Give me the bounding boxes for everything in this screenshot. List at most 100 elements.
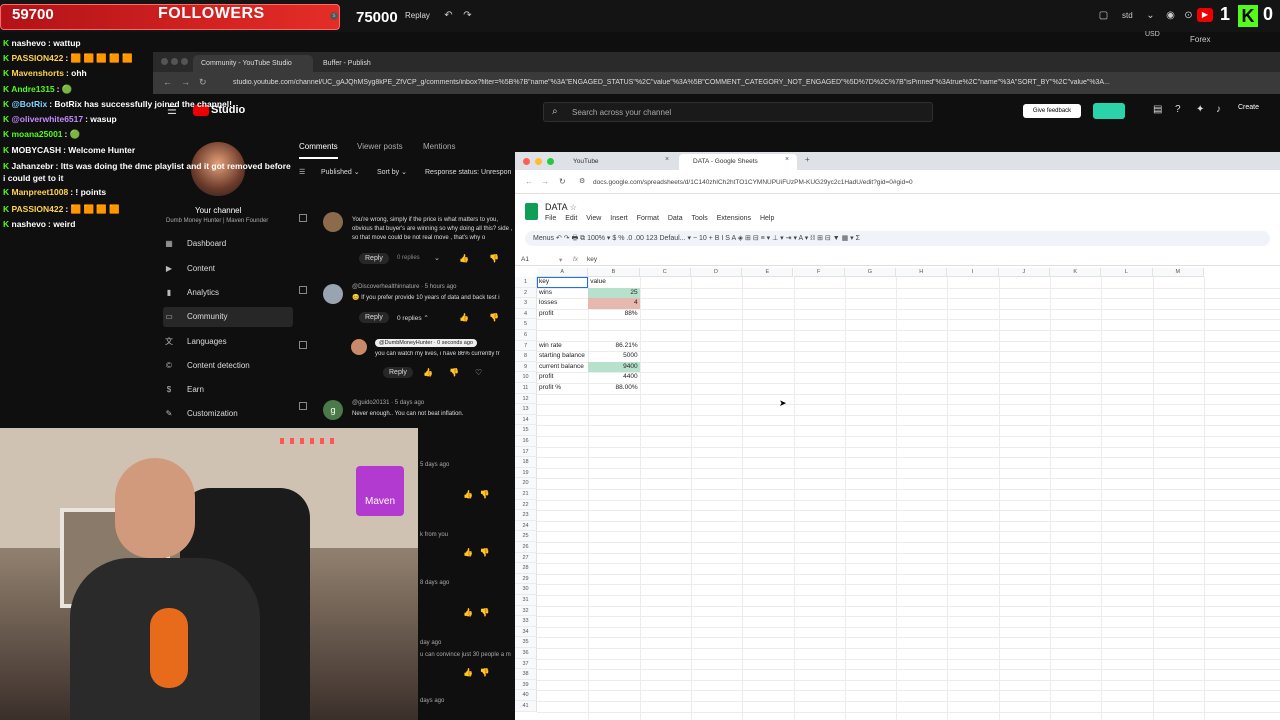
row-header[interactable]: 9 xyxy=(515,361,537,373)
spreadsheet-grid[interactable]: A B C D E F G H I J K L M 1 2 3 4 5 6 7 8 9 10 11 12 13 14 15 16 17 18… xyxy=(515,268,1280,720)
cell-value[interactable]: 88% xyxy=(588,309,639,320)
chat-username[interactable]: moana25001 xyxy=(12,129,63,139)
menu-format[interactable]: Format xyxy=(637,215,659,222)
reload-icon[interactable]: ↻ xyxy=(559,177,566,186)
nav-customization[interactable]: ✎ Customization xyxy=(163,404,293,424)
name-box-dropdown-icon[interactable]: ▾ xyxy=(559,256,562,264)
cell-value[interactable]: 88.00% xyxy=(588,383,639,394)
sparkle-icon[interactable]: ✦ xyxy=(1196,104,1204,115)
cell-value[interactable]: 9400 xyxy=(588,361,640,373)
tab-youtube[interactable]: YouTube xyxy=(559,154,677,170)
cell-key[interactable]: profit xyxy=(537,372,588,383)
nav-community[interactable]: ▭ Community xyxy=(163,307,293,327)
reply-button[interactable]: Reply xyxy=(359,312,389,323)
chat-username[interactable]: Andre1315 xyxy=(11,84,54,94)
row-header[interactable]: 41 xyxy=(515,701,537,712)
column-header[interactable]: E xyxy=(742,268,794,277)
filter-sort-by[interactable]: Sort by ⌄ xyxy=(377,166,407,180)
tab-mentions[interactable]: Mentions xyxy=(423,142,455,151)
chevron-down-icon[interactable]: ⌄ xyxy=(1145,10,1156,21)
menu-insert[interactable]: Insert xyxy=(610,215,628,222)
row-header[interactable]: 19 xyxy=(515,467,537,479)
row-header[interactable]: 36 xyxy=(515,648,537,659)
chat-username[interactable]: PASSION422 xyxy=(12,204,64,214)
row-header[interactable]: 5 xyxy=(515,319,537,330)
row-header[interactable]: 31 xyxy=(515,595,537,606)
row-header[interactable]: 28 xyxy=(515,563,537,574)
like-icon[interactable]: 👍 xyxy=(423,368,433,377)
cell-value[interactable]: 25 xyxy=(588,287,640,299)
menu-view[interactable]: View xyxy=(586,215,601,222)
row-header[interactable]: 22 xyxy=(515,499,537,511)
address-bar[interactable]: ← → ↻ ⚙ docs.google.com/spreadsheets/d/1… xyxy=(515,170,1280,194)
window-minimize-icon[interactable] xyxy=(535,158,542,165)
formula-input[interactable]: key xyxy=(587,256,597,263)
menu-tools[interactable]: Tools xyxy=(691,215,707,222)
column-header[interactable]: L xyxy=(1101,268,1153,277)
nav-dashboard[interactable]: ▦ Dashboard xyxy=(163,234,293,254)
menu-help[interactable]: Help xyxy=(760,215,774,222)
cell-value[interactable]: 86.21% xyxy=(588,341,639,352)
column-header[interactable]: I xyxy=(947,268,999,277)
cell-key[interactable]: current balance xyxy=(537,362,588,373)
help-icon[interactable]: ? xyxy=(1175,104,1181,115)
menu-extensions[interactable]: Extensions xyxy=(717,215,751,222)
column-header[interactable]: F xyxy=(793,268,845,277)
comment-checkbox[interactable] xyxy=(299,402,307,410)
bell-icon[interactable]: ♪ xyxy=(1216,104,1221,115)
chat-username[interactable]: Mavenshorts xyxy=(12,68,64,78)
cell-value[interactable]: 5000 xyxy=(588,351,639,362)
chat-username[interactable]: @BotRix xyxy=(12,99,48,109)
filter-response-status[interactable]: Response status: Unrespon xyxy=(425,166,511,180)
menu-data[interactable]: Data xyxy=(668,215,683,222)
window-maximize-icon[interactable] xyxy=(547,158,554,165)
cell-key[interactable]: profit % xyxy=(537,383,588,394)
star-icon[interactable]: ☆ xyxy=(570,203,577,212)
comment-checkbox[interactable] xyxy=(299,286,307,294)
cell-key[interactable]: losses xyxy=(537,298,588,309)
menu-edit[interactable]: Edit xyxy=(565,215,577,222)
row-header[interactable]: 7 xyxy=(515,340,537,352)
youtube-icon[interactable]: ▶ xyxy=(1197,8,1213,22)
address-bar[interactable]: ← → ↻ studio.youtube.com/channel/UC_gAJQ… xyxy=(153,72,1280,94)
teal-menu-button[interactable] xyxy=(1093,103,1125,119)
row-header[interactable]: 32 xyxy=(515,605,537,617)
currency-select[interactable]: USD xyxy=(1145,31,1160,38)
column-header[interactable]: H xyxy=(896,268,948,277)
expand-icon[interactable]: ⌄ xyxy=(434,254,440,262)
strip-actions[interactable]: 👍 👎 xyxy=(463,548,490,557)
sheets-toolbar[interactable]: Menus ↶ ↷ 🖶 ⧉ 100% ▾ $ % .0 .00 123 Defa… xyxy=(525,231,1270,246)
chat-username[interactable]: nashevo xyxy=(12,219,47,229)
name-box[interactable]: A1 xyxy=(521,256,529,263)
redo-icon[interactable]: ↷ xyxy=(462,10,473,21)
window-close-icon[interactable] xyxy=(523,158,530,165)
sheets-logo-icon[interactable] xyxy=(525,203,538,220)
cell-key[interactable]: win rate xyxy=(537,341,588,352)
chat-username[interactable]: nashevo xyxy=(12,38,47,48)
column-header[interactable]: M xyxy=(1152,268,1204,277)
nav-languages[interactable]: 文 Languages xyxy=(163,332,293,352)
row-header[interactable]: 26 xyxy=(515,542,537,553)
replies-toggle[interactable]: 0 replies ⌃ xyxy=(397,314,429,322)
row-header[interactable]: 18 xyxy=(515,457,537,468)
row-header[interactable]: 39 xyxy=(515,679,537,691)
forex-select[interactable]: Forex xyxy=(1190,35,1210,44)
row-header[interactable]: 12 xyxy=(515,393,537,405)
tab-buffer[interactable]: Buffer - Publish xyxy=(315,55,433,72)
row-header[interactable]: 30 xyxy=(515,584,537,595)
row-header[interactable]: 15 xyxy=(515,425,537,436)
row-header[interactable]: 29 xyxy=(515,573,537,585)
menu-file[interactable]: File xyxy=(545,215,556,222)
close-tab-icon[interactable]: × xyxy=(785,156,789,163)
cell-key[interactable]: wins xyxy=(537,288,588,299)
square-icon[interactable]: ▢ xyxy=(1098,10,1109,21)
cell-value[interactable]: 4 xyxy=(588,298,640,309)
row-header[interactable]: 2 xyxy=(515,287,537,299)
row-header[interactable]: 40 xyxy=(515,690,537,701)
strip-actions[interactable]: 👍 👎 xyxy=(463,608,490,617)
row-header[interactable]: 33 xyxy=(515,616,537,627)
row-header[interactable]: 27 xyxy=(515,552,537,564)
chat-username[interactable]: Jahanzebr xyxy=(12,161,54,171)
chat-username[interactable]: PASSION422 xyxy=(12,53,64,63)
nav-analytics[interactable]: ▮ Analytics xyxy=(163,283,293,303)
